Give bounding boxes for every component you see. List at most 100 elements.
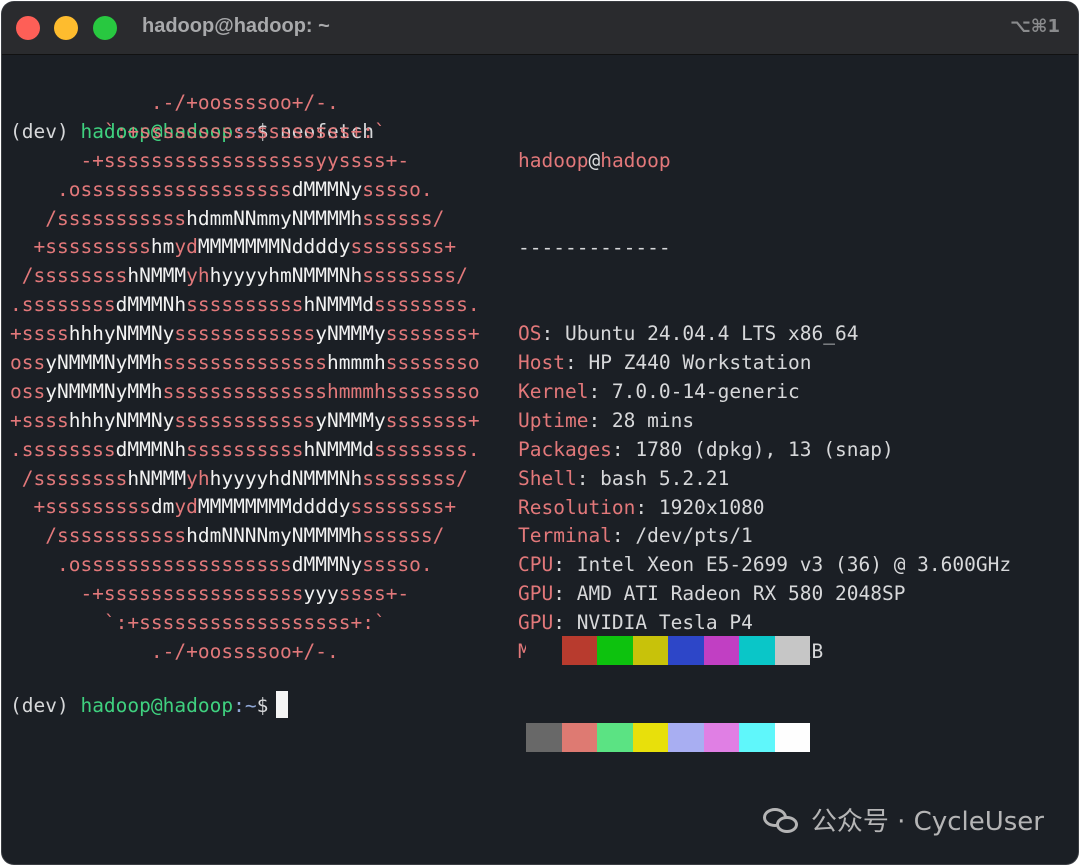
ascii-art-segment: dMMMNh (115, 293, 187, 317)
info-key: Host (518, 351, 565, 375)
window-shortcut: ⌥⌘1 (1010, 16, 1060, 37)
ascii-art-segment: .ssssssss (10, 293, 116, 317)
ascii-art-line: /ssssssssssshdmNNNNmyNMMMMhssssss/ (10, 522, 480, 551)
info-key: Uptime (518, 408, 589, 432)
wechat-icon (762, 804, 803, 836)
ascii-art-segment: .ssssssss (10, 437, 116, 461)
ascii-art-segment: +sssssssss (10, 235, 151, 259)
window-title: hadoop@hadoop: ~ (142, 15, 330, 37)
terminal-window: hadoop@hadoop: ~ ⌥⌘1 (dev) hadoop@hadoop… (2, 2, 1078, 864)
ascii-art-line: ossyNMMMNyMMhsssssssssssssshmmmhssssssso (10, 378, 480, 407)
ascii-art-segment: +sssssssss (10, 495, 151, 519)
ascii-art-segment: ssssssssss (186, 437, 304, 461)
info-row: Resolution: 1920x1080 (518, 494, 1011, 523)
ascii-art-segment: .-/+oossssoo+/-. (10, 639, 339, 663)
ascii-art-segment: oss (10, 351, 46, 375)
ascii-art-segment: ssssss/ (362, 524, 445, 548)
palette-normal-swatch (526, 635, 562, 665)
prompt-cwd: :~ (233, 694, 257, 717)
info-key: Shell (518, 466, 577, 490)
prompt-line[interactable]: (dev) hadoop@hadoop:~$ (10, 691, 289, 720)
info-value: : 1780 (dpkg), 13 (snap) (611, 437, 894, 461)
info-at: @ (588, 148, 601, 172)
ascii-art-segment: ssssssso (385, 351, 480, 375)
ascii-art-segment: sssso. (362, 553, 433, 577)
ascii-art-segment: ssssssssssssss (162, 351, 328, 375)
info-row: OS: Ubuntu 24.04.4 LTS x86_64 (518, 320, 1011, 349)
info-value: : HP Z440 Workstation (564, 351, 812, 375)
ascii-art-segment: hmmmh (327, 351, 386, 375)
ascii-art-line: +sssshhhyNMMNyssssssssssssyNMMMysssssss+ (10, 407, 480, 436)
info-value: : 1920x1080 (635, 495, 765, 519)
ascii-art-segment: ssssssssssss (174, 408, 316, 432)
info-row: Uptime: 28 mins (518, 407, 1011, 436)
ascii-art-segment: yNMMMy (315, 408, 386, 432)
ascii-art-segment: ssssssss. (373, 293, 480, 317)
ascii-art-segment: +ssss (10, 408, 69, 432)
terminal-output[interactable]: (dev) hadoop@hadoop:~$ neofetch .-/+ooss… (10, 60, 1078, 864)
palette-bright-swatch (668, 722, 704, 752)
ascii-art-segment: hyyyyhdNMMMNh (209, 466, 363, 490)
palette-normal-swatch (668, 635, 704, 665)
ascii-art-segment: hm (150, 235, 175, 259)
ascii-art-segment: sssssss+ (385, 408, 480, 432)
ascii-art-segment: hhhyNMMNy (68, 322, 175, 346)
ascii-art-segment: dMMMNy (291, 553, 363, 577)
info-key: Terminal (518, 524, 612, 548)
ascii-art-segment: `:+ssssssssssssssssss+:` (10, 119, 386, 143)
prompt-user-host: hadoop@hadoop (80, 694, 234, 717)
ascii-art-segment: hNMMM (127, 264, 187, 288)
palette-normal-swatch (774, 635, 810, 665)
ascii-art-segment: oss (10, 379, 46, 403)
ascii-art-segment: /sssssssssss (10, 206, 187, 230)
info-key: CPU (518, 553, 554, 577)
palette-bright-swatch (526, 722, 562, 752)
ascii-art-segment: hNMMMd (303, 437, 374, 461)
ascii-art-segment: yNMMMy (315, 322, 386, 346)
ascii-art-segment: hNMMM (127, 466, 187, 490)
watermark: 公众号 · CycleUser (762, 801, 1044, 838)
ascii-art-segment: hNMMMd (303, 293, 374, 317)
ascii-art-segment: /sssssssssss (10, 524, 187, 548)
ascii-art-segment: ssssssss. (373, 437, 480, 461)
ascii-art-segment: sssso. (362, 177, 433, 201)
palette-normal-swatch (632, 635, 668, 665)
info-row: CPU: Intel Xeon E5-2699 v3 (36) @ 3.600G… (518, 551, 1011, 580)
ascii-art-line: -+sssssssssssssssssyyyssss+- (10, 580, 480, 609)
ascii-art-line: +ssssssssshmydMMMMMMMNddddyssssssss+ (10, 233, 480, 262)
ascii-art-segment: dMMMNh (115, 437, 187, 461)
info-key: Packages (518, 437, 612, 461)
ascii-art-line: ossyNMMMNyMMhsssssssssssssshmmmhssssssso (10, 349, 480, 378)
palette-normal-swatch (597, 635, 633, 665)
prompt-env: (dev) (10, 694, 81, 717)
text-cursor (276, 691, 289, 718)
ascii-art-segment: sssssss+ (385, 322, 480, 346)
ascii-art-line: /sssssssshNMMMyhhyyyyhmNMMMNhssssssss/ (10, 262, 480, 291)
ascii-art-segment: -+sssssssssssssssss (10, 582, 304, 606)
ascii-art-segment: yNMMMNyMMh (45, 351, 163, 375)
info-row: Terminal: /dev/pts/1 (518, 522, 1011, 551)
color-palette (526, 578, 810, 809)
ascii-art-segment: .ossssssssssssssssss (10, 553, 292, 577)
ascii-art-segment: dm (150, 495, 175, 519)
ascii-art-segment: /ssssssss (10, 466, 128, 490)
palette-normal-swatch (703, 635, 739, 665)
ascii-art-segment: hyyyyhmNMMMNh (209, 264, 363, 288)
ascii-art-segment: `:+ssssssssssssssssss+:` (10, 611, 386, 635)
ascii-art-line: `:+ssssssssssssssssss+:` (10, 118, 480, 147)
ascii-art-segment: hhhyNMMNy (68, 408, 175, 432)
ascii-art-segment: yd (174, 495, 198, 519)
info-key: OS (518, 322, 542, 346)
info-header: hadoop@hadoop (518, 147, 1011, 176)
ascii-art-line: -+ssssssssssssssssssyyssss+- (10, 147, 480, 176)
info-user: hadoop (518, 148, 589, 172)
info-key: Kernel (518, 380, 589, 403)
info-value: : 7.0.0-14-generic (588, 380, 800, 403)
ascii-art-segment: ssssssssssss (174, 322, 316, 346)
ascii-art-line: .ssssssssdMMMNhsssssssssshNMMMdssssssss. (10, 436, 480, 465)
ascii-art-segment: ssssssssss (186, 293, 304, 317)
ascii-art-segment: ssssssss/ (362, 466, 468, 490)
title-bar: hadoop@hadoop: ~ ⌥⌘1 (2, 2, 1078, 55)
ascii-art-line: .-/+oossssoo+/-. (10, 638, 480, 667)
ascii-art-segment: ssssssss/ (362, 264, 468, 288)
